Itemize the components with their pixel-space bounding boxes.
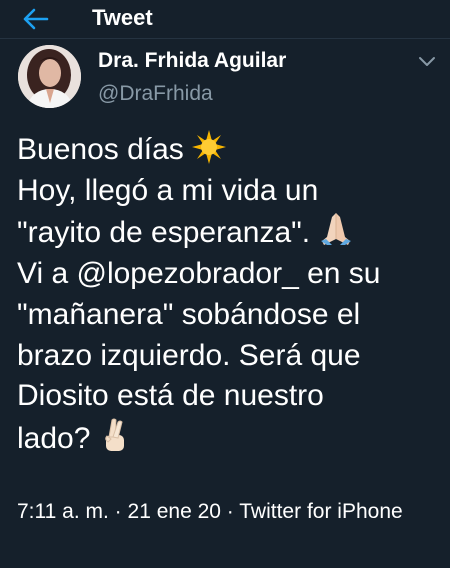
tweet-date: 21 ene 20 (127, 500, 221, 523)
arrow-left-icon[interactable] (21, 6, 49, 32)
crossed-fingers-emoji (104, 418, 124, 451)
top-bar: Tweet (0, 0, 450, 39)
author-handle[interactable]: @DraFrhida (98, 81, 213, 107)
sun-emoji (192, 130, 227, 164)
chevron-down-icon[interactable] (418, 55, 436, 67)
page-title: Tweet (92, 5, 153, 30)
author-name[interactable]: Dra. Frhida Aguilar (98, 48, 286, 74)
tweet-text: Buenos días Hoy, llegó a mi vida un "ray… (17, 130, 445, 460)
meta-separator: · (114, 500, 122, 523)
tweet-source[interactable]: Twitter for iPhone (239, 500, 402, 523)
praying-hands-emoji (321, 213, 352, 246)
tweet-meta: 7:11 a. m. · 21 ene 20 · Twitter for iPh… (17, 496, 437, 528)
tweet-time: 7:11 a. m. (17, 500, 109, 523)
avatar[interactable] (18, 45, 81, 108)
meta-separator: · (226, 500, 234, 523)
mention-link[interactable]: @lopezobrador_ (77, 257, 299, 290)
